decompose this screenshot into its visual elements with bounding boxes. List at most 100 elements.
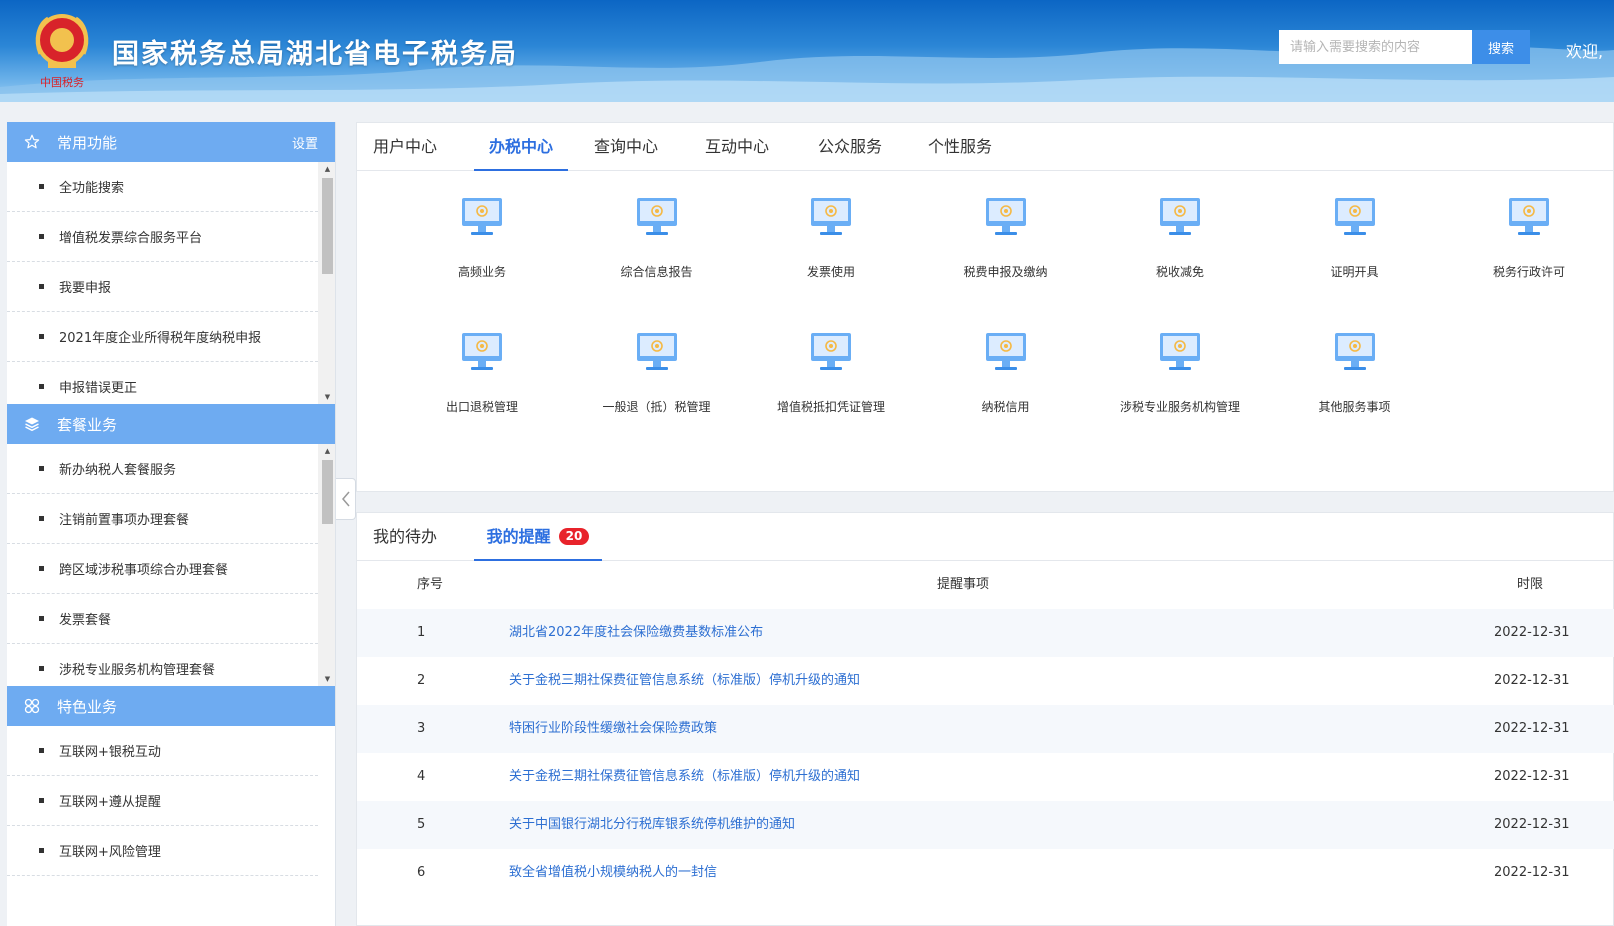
reminder-link[interactable]: 关于中国银行湖北分行税库银系统停机维护的通知: [509, 801, 795, 849]
row-deadline: 2022-12-31: [1494, 769, 1570, 784]
reminder-count-badge: 20: [558, 528, 590, 545]
scrollbar[interactable]: ▲ ▼: [318, 162, 335, 404]
column-header-item: 提醒事项: [937, 577, 990, 592]
function-label: 出口退税管理: [445, 400, 518, 414]
tab-my-reminders[interactable]: 我的提醒 20: [474, 513, 602, 561]
section-title: 常用功能: [57, 133, 118, 152]
star-icon: [23, 133, 41, 151]
function-label: 发票使用: [806, 265, 855, 279]
sidebar-item[interactable]: 互联网+银税互动: [7, 726, 318, 776]
function-tile[interactable]: 税务行政许可: [1459, 195, 1599, 280]
scroll-up-arrow-icon[interactable]: ▲: [322, 446, 333, 456]
welcome-text: 欢迎,: [1566, 42, 1604, 61]
monitor-icon: [1110, 330, 1250, 374]
service-panel: 用户中心 办税中心 查询中心 互动中心 公众服务 个性服务 高频业务 综合信息报告…: [356, 122, 1614, 492]
function-tile[interactable]: 证明开具: [1285, 195, 1425, 280]
monitor-icon: [761, 195, 901, 239]
function-label: 证明开具: [1330, 265, 1379, 279]
search-input[interactable]: [1279, 30, 1472, 64]
function-label: 涉税专业服务机构管理: [1119, 400, 1240, 414]
function-label: 税费申报及缴纳: [963, 265, 1048, 279]
table-row: 2 关于金税三期社保费征管信息系统（标准版）停机升级的通知 2022-12-31: [357, 657, 1614, 705]
tax-emblem-icon: 中国税务: [35, 14, 89, 89]
function-tile[interactable]: 纳税信用: [936, 330, 1076, 415]
row-number: 5: [417, 817, 426, 832]
sidebar: 常用功能 设置 全功能搜索 增值税发票综合服务平台 我要申报 2021年度企业所…: [7, 122, 336, 926]
chevron-left-icon: [341, 491, 350, 507]
scroll-down-arrow-icon[interactable]: ▼: [322, 674, 333, 684]
table-row: 6 致全省增值税小规模纳税人的一封信 2022-12-31: [357, 849, 1614, 897]
sidebar-item[interactable]: 我要申报: [7, 262, 318, 312]
main-tabs: 用户中心 办税中心 查询中心 互动中心 公众服务 个性服务: [357, 123, 1613, 171]
scroll-up-arrow-icon[interactable]: ▲: [322, 164, 333, 174]
reminder-link[interactable]: 湖北省2022年度社会保险缴费基数标准公布: [509, 609, 763, 657]
monitor-icon: [1459, 195, 1599, 239]
sidebar-item[interactable]: 新办纳税人套餐服务: [7, 444, 318, 494]
tab-interaction-center[interactable]: 互动中心: [695, 123, 779, 171]
function-tile[interactable]: 高频业务: [412, 195, 552, 280]
tab-user-center[interactable]: 用户中心: [363, 123, 447, 171]
sidebar-item[interactable]: 涉税专业服务机构管理套餐: [7, 644, 318, 686]
function-tile[interactable]: 综合信息报告: [587, 195, 727, 280]
reminder-link[interactable]: 致全省增值税小规模纳税人的一封信: [509, 849, 717, 897]
collapse-sidebar-button[interactable]: [336, 478, 356, 520]
row-number: 6: [417, 865, 426, 880]
section-header-featured[interactable]: 特色业务: [7, 686, 335, 726]
monitor-icon: [1285, 330, 1425, 374]
sidebar-item[interactable]: 申报错误更正: [7, 362, 318, 404]
monitor-icon: [412, 330, 552, 374]
row-number: 2: [417, 673, 426, 688]
table-row: 1 湖北省2022年度社会保险缴费基数标准公布 2022-12-31: [357, 609, 1614, 657]
function-tile[interactable]: 一般退（抵）税管理: [587, 330, 727, 415]
reminder-link[interactable]: 关于金税三期社保费征管信息系统（标准版）停机升级的通知: [509, 753, 860, 801]
function-tile[interactable]: 税收减免: [1110, 195, 1250, 280]
sidebar-item[interactable]: 发票套餐: [7, 594, 318, 644]
function-tile[interactable]: 增值税抵扣凭证管理: [761, 330, 901, 415]
function-tile[interactable]: 发票使用: [761, 195, 901, 280]
function-tile[interactable]: 涉税专业服务机构管理: [1110, 330, 1250, 415]
layers-icon: [23, 415, 41, 433]
row-deadline: 2022-12-31: [1494, 625, 1570, 640]
sidebar-item[interactable]: 全功能搜索: [7, 162, 318, 212]
section-title: 套餐业务: [57, 415, 118, 434]
section-header-common[interactable]: 常用功能 设置: [7, 122, 335, 162]
row-number: 3: [417, 721, 426, 736]
monitor-icon: [1110, 195, 1250, 239]
settings-link[interactable]: 设置: [292, 133, 318, 152]
section-title: 特色业务: [57, 697, 118, 716]
tab-query-center[interactable]: 查询中心: [584, 123, 668, 171]
section-header-package[interactable]: 套餐业务: [7, 404, 335, 444]
function-tile[interactable]: 其他服务事项: [1285, 330, 1425, 415]
row-deadline: 2022-12-31: [1494, 673, 1570, 688]
function-tile[interactable]: 出口退税管理: [412, 330, 552, 415]
sidebar-item[interactable]: 增值税发票综合服务平台: [7, 212, 318, 262]
sidebar-item[interactable]: 注销前置事项办理套餐: [7, 494, 318, 544]
tab-my-todo[interactable]: 我的待办: [363, 513, 447, 561]
monitor-icon: [761, 330, 901, 374]
sidebar-item[interactable]: 跨区域涉税事项综合办理套餐: [7, 544, 318, 594]
sidebar-item[interactable]: 2021年度企业所得税年度纳税申报: [7, 312, 318, 362]
row-deadline: 2022-12-31: [1494, 865, 1570, 880]
reminder-link[interactable]: 特困行业阶段性缓缴社会保险费政策: [509, 705, 717, 753]
search-button[interactable]: 搜索: [1472, 30, 1530, 64]
grid-icon: [23, 697, 41, 715]
row-deadline: 2022-12-31: [1494, 721, 1570, 736]
scrollbar-thumb[interactable]: [322, 178, 333, 274]
row-number: 4: [417, 769, 426, 784]
monitor-icon: [587, 195, 727, 239]
reminder-link[interactable]: 关于金税三期社保费征管信息系统（标准版）停机升级的通知: [509, 657, 860, 705]
tab-personal-service[interactable]: 个性服务: [918, 123, 1002, 171]
section-list-common: 全功能搜索 增值税发票综合服务平台 我要申报 2021年度企业所得税年度纳税申报…: [7, 162, 335, 404]
row-number: 1: [417, 625, 426, 640]
scrollbar-thumb[interactable]: [322, 460, 333, 524]
tab-tax-center[interactable]: 办税中心: [474, 123, 568, 171]
function-label: 增值税抵扣凭证管理: [776, 400, 885, 414]
function-tile[interactable]: 税费申报及缴纳: [936, 195, 1076, 280]
scroll-down-arrow-icon[interactable]: ▼: [322, 392, 333, 402]
sidebar-item[interactable]: 互联网+遵从提醒: [7, 776, 318, 826]
sidebar-item[interactable]: 互联网+风险管理: [7, 826, 318, 876]
top-banner: 中国税务 国家税务总局湖北省电子税务局 搜索 欢迎,: [0, 0, 1614, 102]
tab-public-service[interactable]: 公众服务: [808, 123, 892, 171]
scrollbar[interactable]: ▲ ▼: [318, 444, 335, 686]
function-label: 高频业务: [457, 265, 506, 279]
